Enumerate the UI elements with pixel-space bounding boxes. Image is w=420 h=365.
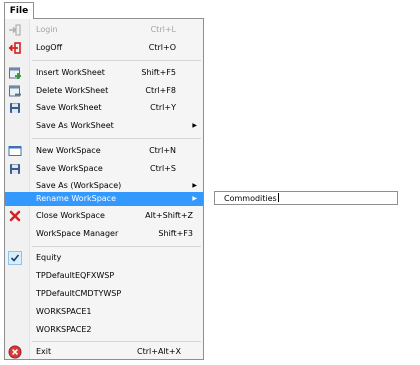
menu-item-label: Login bbox=[36, 25, 58, 34]
shortcut-text: Alt+Shift+Z bbox=[145, 211, 193, 220]
menu-item-rename-workspace[interactable]: Rename WorkSpace ▶ bbox=[5, 192, 203, 206]
menu-item-save-workspace[interactable]: Save WorkSpace Ctrl+S bbox=[5, 162, 203, 176]
shortcut-text: Shift+F5 bbox=[141, 68, 176, 77]
menu-item-label: Save WorkSheet bbox=[36, 103, 102, 112]
shortcut-text: Ctrl+Alt+X bbox=[137, 347, 181, 356]
shortcut-text: Ctrl+Y bbox=[150, 103, 176, 112]
menu-item-workspace[interactable]: TPDefaultEQFXWSP bbox=[5, 269, 203, 283]
menu-separator bbox=[32, 246, 201, 247]
menu-item-save-as-workspace[interactable]: Save As (WorkSpace) ▶ bbox=[5, 179, 203, 193]
submenu-arrow-icon: ▶ bbox=[192, 182, 197, 189]
logoff-icon bbox=[8, 42, 21, 54]
menu-item-label: Insert WorkSheet bbox=[36, 68, 105, 77]
login-icon bbox=[9, 24, 21, 36]
menu-separator bbox=[32, 60, 201, 61]
shortcut-text: Ctrl+N bbox=[149, 146, 176, 155]
checked-indicator bbox=[8, 251, 22, 265]
menu-item-workspace[interactable]: WORKSPACE2 bbox=[5, 323, 203, 337]
menu-item-close-workspace[interactable]: Close WorkSpace Alt+Shift+Z bbox=[5, 209, 203, 223]
menu-item-login[interactable]: Login Ctrl+L bbox=[5, 23, 203, 37]
menu-item-label: LogOff bbox=[36, 43, 63, 52]
save-icon bbox=[10, 103, 20, 113]
submenu-arrow-icon: ▶ bbox=[192, 122, 197, 129]
shortcut-text: Ctrl+O bbox=[148, 43, 176, 52]
delete-worksheet-icon bbox=[9, 85, 21, 97]
exit-icon bbox=[8, 345, 22, 359]
save-icon bbox=[10, 164, 20, 174]
insert-worksheet-icon bbox=[9, 67, 21, 79]
menu-item-save-worksheet[interactable]: Save WorkSheet Ctrl+Y bbox=[5, 101, 203, 115]
menu-item-label: Save As (WorkSpace) bbox=[36, 181, 122, 190]
menu-item-label: TPDefaultEQFXWSP bbox=[36, 271, 115, 280]
shortcut-text: Ctrl+S bbox=[149, 164, 176, 173]
menu-item-logoff[interactable]: LogOff Ctrl+O bbox=[5, 41, 203, 55]
shortcut-text: Shift+F3 bbox=[158, 229, 193, 238]
file-dropdown-menu: Login Ctrl+L LogOff Ctrl+O Insert WorkSh… bbox=[4, 18, 204, 360]
menu-item-workspace-equity[interactable]: Equity bbox=[5, 251, 203, 265]
menu-item-workspace-manager[interactable]: WorkSpace Manager Shift+F3 bbox=[5, 227, 203, 241]
menu-item-workspace[interactable]: TPDefaultCMDTYWSP bbox=[5, 287, 203, 301]
menu-item-label: Rename WorkSpace bbox=[36, 194, 116, 203]
menu-separator bbox=[32, 341, 201, 342]
checkmark-icon bbox=[10, 254, 20, 262]
menu-item-label: Delete WorkSheet bbox=[36, 86, 109, 95]
text-caret bbox=[277, 193, 279, 202]
menu-item-label: Close WorkSpace bbox=[36, 211, 105, 220]
menu-item-insert-worksheet[interactable]: Insert WorkSheet Shift+F5 bbox=[5, 66, 203, 80]
menu-item-delete-worksheet[interactable]: Delete WorkSheet Ctrl+F8 bbox=[5, 84, 203, 98]
submenu-arrow-icon: ▶ bbox=[192, 195, 197, 202]
menu-item-label: Save WorkSpace bbox=[36, 164, 103, 173]
rename-input-value: Commodities bbox=[224, 193, 279, 203]
menu-item-save-as-worksheet[interactable]: Save As WorkSheet ▶ bbox=[5, 119, 203, 133]
file-menu[interactable]: File bbox=[4, 2, 34, 19]
menu-item-label: Exit bbox=[36, 347, 52, 356]
shortcut-text: Ctrl+L bbox=[150, 25, 176, 34]
menu-item-exit[interactable]: Exit Ctrl+Alt+X bbox=[5, 345, 203, 359]
rename-workspace-input[interactable]: Commodities bbox=[214, 191, 398, 205]
menu-item-label: WORKSPACE2 bbox=[36, 325, 92, 334]
close-icon bbox=[9, 210, 21, 222]
menu-separator bbox=[32, 138, 201, 139]
menu-item-label: Equity bbox=[36, 253, 62, 262]
menu-item-label: WORKSPACE1 bbox=[36, 307, 92, 316]
menu-item-label: New WorkSpace bbox=[36, 146, 101, 155]
shortcut-text: Ctrl+F8 bbox=[145, 86, 176, 95]
new-workspace-icon bbox=[8, 146, 22, 156]
menu-item-label: TPDefaultCMDTYWSP bbox=[36, 289, 122, 298]
menu-item-label: Save As WorkSheet bbox=[36, 121, 114, 130]
rename-value-text: Commodities bbox=[224, 194, 277, 203]
menu-item-label: WorkSpace Manager bbox=[36, 229, 119, 238]
menu-item-workspace[interactable]: WORKSPACE1 bbox=[5, 305, 203, 319]
menu-item-new-workspace[interactable]: New WorkSpace Ctrl+N bbox=[5, 144, 203, 158]
